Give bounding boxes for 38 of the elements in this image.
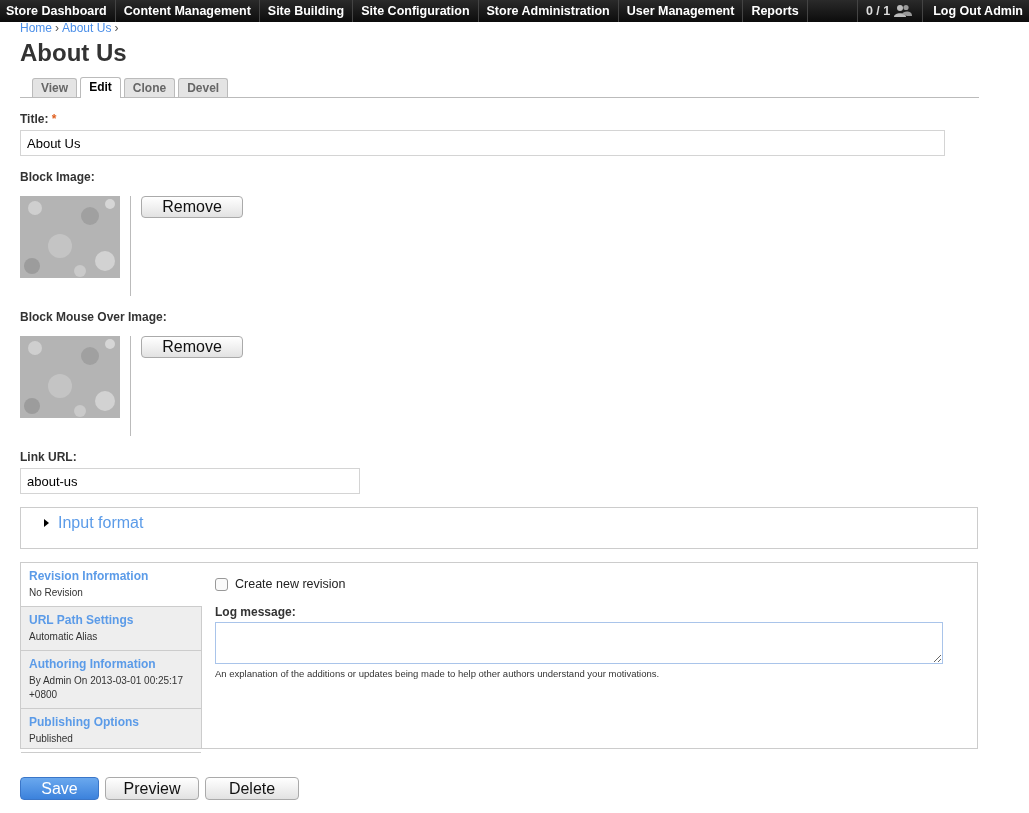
field-label: Block Image: — [20, 170, 95, 184]
vertical-tab[interactable]: Authoring Information By Admin On 2013-03-01 00:25:17 +0800 — [21, 651, 201, 709]
action-button[interactable]: Delete — [205, 777, 299, 800]
vertical-tab[interactable]: URL Path Settings Automatic Alias — [21, 607, 201, 651]
tab[interactable]: Devel — [178, 78, 229, 97]
field-label: Link URL: — [20, 450, 77, 464]
tab[interactable]: View — [32, 78, 78, 97]
action-button[interactable]: Preview — [105, 777, 199, 800]
logout-link[interactable]: Log Out Admin — [922, 0, 1029, 22]
tab[interactable]: Edit — [80, 77, 121, 98]
menu-item[interactable]: Site Building — [259, 0, 354, 22]
user-count: 0 / 1 — [856, 0, 895, 22]
log-message-field[interactable] — [215, 622, 943, 664]
menu-item[interactable]: Store Administration — [478, 0, 619, 22]
menu-item[interactable]: Site Configuration — [353, 0, 479, 22]
vertical-tab[interactable]: Revision Information No Revision — [21, 563, 202, 607]
breadcrumb-link[interactable]: About Us — [62, 22, 112, 34]
menu-item[interactable]: Reports — [743, 0, 808, 22]
tab[interactable]: Clone — [123, 78, 176, 97]
link-url-field[interactable]: about-us — [20, 468, 360, 494]
users-icon — [894, 4, 913, 18]
field-label: Block Mouse Over Image: — [20, 310, 167, 324]
checkbox[interactable] — [215, 577, 228, 591]
field-description: An explanation of the additions or updates being made to help other authors understand your motivations. — [215, 668, 661, 679]
breadcrumb-separator: › — [55, 22, 59, 34]
menu-item[interactable]: Store Dashboard — [0, 0, 116, 22]
menu-item[interactable]: User Management — [618, 0, 744, 22]
vertical-tab[interactable]: Publishing Options Published — [21, 709, 201, 753]
remove-button[interactable]: Remove — [141, 196, 243, 218]
required-mark: * — [51, 112, 57, 126]
breadcrumb-separator: › — [114, 22, 119, 34]
field-label: Title: — [20, 112, 49, 126]
checkbox-label: Create new revision — [235, 577, 346, 591]
remove-button[interactable]: Remove — [141, 336, 243, 358]
title-field[interactable]: About Us — [20, 130, 945, 156]
page-title: About Us — [20, 38, 128, 68]
field-label: Log message: — [215, 605, 296, 619]
menu-item[interactable]: Content Management — [115, 0, 260, 22]
